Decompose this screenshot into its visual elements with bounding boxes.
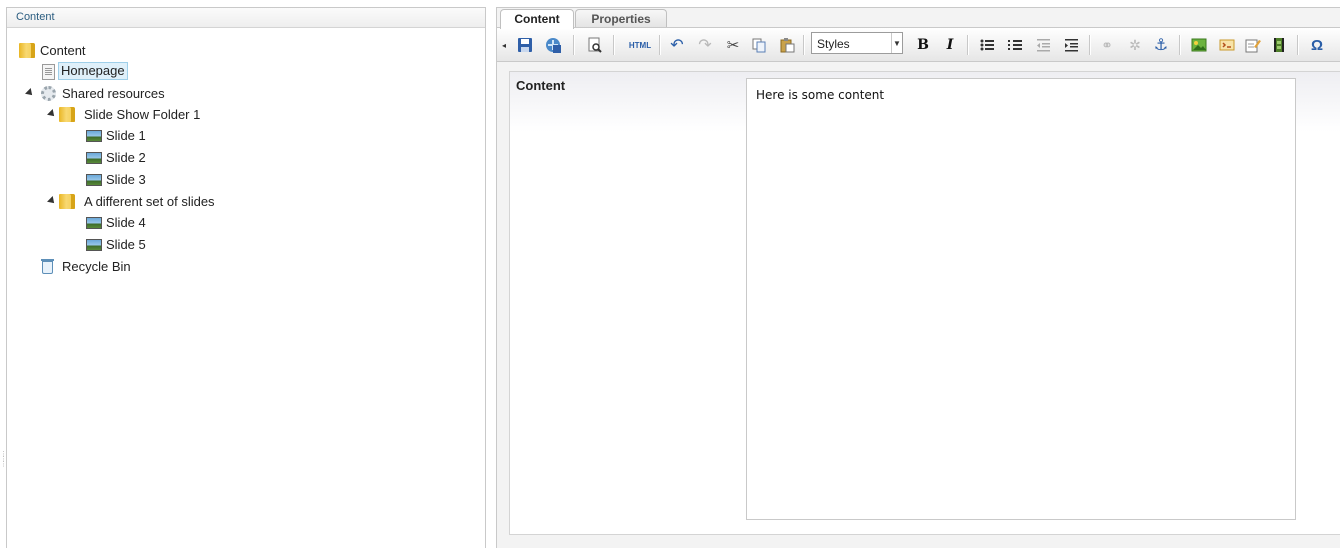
tab-content[interactable]: Content <box>500 9 574 29</box>
toolbar-separator <box>573 35 575 55</box>
insert-media-icon[interactable] <box>1269 35 1289 55</box>
page-icon <box>42 64 55 80</box>
toolbar-separator <box>1179 35 1181 55</box>
folder-icon <box>59 194 75 209</box>
toolbar-separator <box>613 35 615 55</box>
image-icon <box>86 174 102 186</box>
copy-icon[interactable] <box>749 35 769 55</box>
tree-node-label: Slide 2 <box>106 150 146 165</box>
numbered-list-icon[interactable] <box>1005 35 1025 55</box>
insert-image-icon[interactable] <box>1189 35 1209 55</box>
special-character-button[interactable]: Ω <box>1307 35 1327 55</box>
tree-node-label: Slide 3 <box>106 172 146 187</box>
rich-text-editor[interactable]: Here is some content <box>746 78 1296 520</box>
undo-icon[interactable]: ↶ <box>667 35 687 55</box>
tree-node-slide-4[interactable]: Slide 4 <box>85 213 149 233</box>
tree-node-label: Shared resources <box>62 86 165 101</box>
image-icon <box>86 152 102 164</box>
toolbar-separator <box>1297 35 1299 55</box>
editor-panel: Content Properties ◂ HTML ↶ ↷ ✂ Styles ▼ <box>496 7 1340 548</box>
tree-node-label: Recycle Bin <box>62 259 131 274</box>
insert-macro-icon[interactable] <box>1217 35 1237 55</box>
anchor-icon[interactable]: ⚓ <box>1151 35 1171 55</box>
editor-toolbar: ◂ HTML ↶ ↷ ✂ Styles ▼ B I ⚭ ✲ ⚓ Ω <box>497 27 1340 62</box>
expand-arrow-icon[interactable] <box>47 196 57 206</box>
toolbar-separator <box>1089 35 1091 55</box>
save-icon[interactable] <box>515 35 535 55</box>
tree-node-content[interactable]: Content <box>17 41 89 61</box>
content-tree-panel: Content Content Homepage Shared resource… <box>6 7 486 548</box>
tree-node-slide-5[interactable]: Slide 5 <box>85 235 149 255</box>
bold-button[interactable]: B <box>913 35 933 55</box>
save-and-publish-icon[interactable] <box>543 35 563 55</box>
styles-dropdown[interactable]: Styles ▼ <box>811 32 903 54</box>
tree-node-slide-3[interactable]: Slide 3 <box>85 170 149 190</box>
italic-button[interactable]: I <box>940 35 960 55</box>
redo-icon[interactable]: ↷ <box>695 35 715 55</box>
image-icon <box>86 239 102 251</box>
styles-dropdown-value: Styles <box>817 37 850 51</box>
outdent-icon[interactable] <box>1033 35 1053 55</box>
chevron-down-icon: ▼ <box>891 33 902 53</box>
panel-resize-handle[interactable]: ⋮ ⋮ ⋮ <box>0 451 7 482</box>
expand-arrow-icon[interactable] <box>47 109 57 119</box>
toolbar-separator <box>803 35 805 55</box>
bullet-list-icon[interactable] <box>977 35 997 55</box>
link-icon[interactable]: ⚭ <box>1097 35 1117 55</box>
property-editor-area: Content Here is some content <box>509 71 1340 535</box>
folder-icon <box>19 43 35 58</box>
tree-node-shared-resources[interactable]: Shared resources <box>23 84 168 104</box>
tree-node-slide-2[interactable]: Slide 2 <box>85 148 149 168</box>
insert-form-icon[interactable] <box>1243 35 1263 55</box>
tree-node-a-different-set-of-slides[interactable]: A different set of slides <box>45 192 218 212</box>
html-source-button[interactable]: HTML <box>627 35 653 55</box>
tree-panel-header: Content <box>7 8 485 28</box>
unlink-icon[interactable]: ✲ <box>1125 35 1145 55</box>
paste-icon[interactable] <box>777 35 797 55</box>
recycle-bin-icon <box>41 259 54 274</box>
tree-node-slide-show-folder-1[interactable]: Slide Show Folder 1 <box>45 105 203 125</box>
indent-icon[interactable] <box>1061 35 1081 55</box>
toolbar-collapse-icon[interactable]: ◂ <box>499 35 509 55</box>
tree-node-recycle-bin[interactable]: Recycle Bin <box>41 257 134 277</box>
tree-node-label: Slide 5 <box>106 237 146 252</box>
property-label: Content <box>516 78 566 93</box>
folder-icon <box>59 107 75 122</box>
tree-node-homepage[interactable]: Homepage <box>41 61 128 81</box>
tree-node-slide-1[interactable]: Slide 1 <box>85 126 149 146</box>
toolbar-separator <box>659 35 661 55</box>
editor-tabs: Content Properties <box>497 8 1340 29</box>
editor-body-text[interactable]: Here is some content <box>756 88 884 102</box>
tree-node-label: A different set of slides <box>84 194 215 209</box>
toolbar-separator <box>967 35 969 55</box>
image-icon <box>86 217 102 229</box>
tree-node-label: Homepage <box>58 62 128 80</box>
cut-icon[interactable]: ✂ <box>723 35 743 55</box>
tree-node-label: Slide 1 <box>106 128 146 143</box>
expand-arrow-icon[interactable] <box>25 88 35 98</box>
preview-icon[interactable] <box>585 35 605 55</box>
tree-node-label: Slide 4 <box>106 215 146 230</box>
tree-node-label: Slide Show Folder 1 <box>84 107 201 122</box>
gear-icon <box>41 86 56 101</box>
image-icon <box>86 130 102 142</box>
tab-properties[interactable]: Properties <box>575 9 667 28</box>
tree-node-label: Content <box>40 43 86 58</box>
